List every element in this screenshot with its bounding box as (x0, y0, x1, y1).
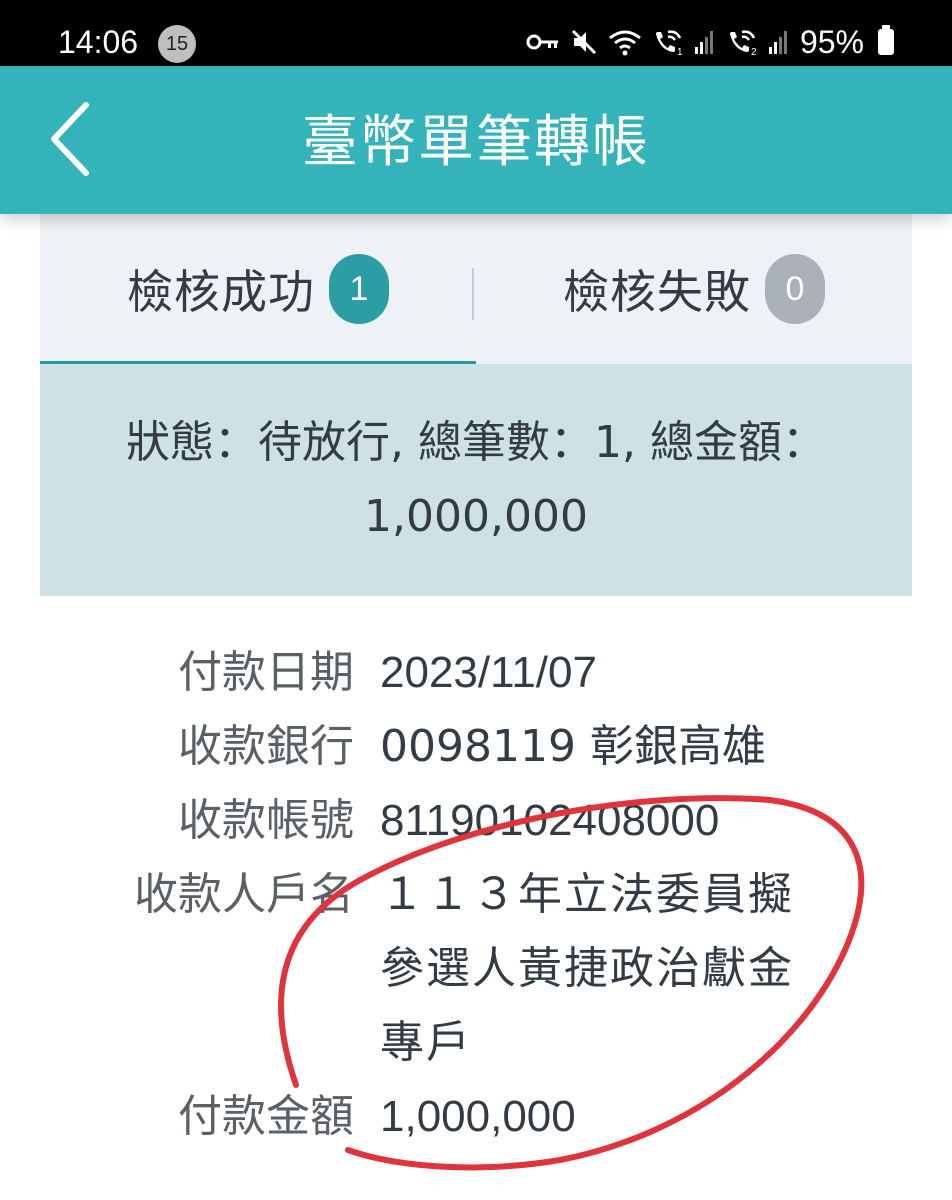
page-title: 臺幣單筆轉帳 (302, 110, 650, 175)
tab-check-success[interactable]: 檢核成功 1 (40, 214, 476, 364)
mute-icon (570, 28, 598, 56)
detail-row-account: 收款帳號 81190102408000 (0, 784, 952, 858)
amount-value: 1,000,000 (380, 1092, 576, 1141)
amount-label: 付款金額 (178, 1091, 354, 1142)
signal-2-icon (768, 29, 790, 55)
battery-percentage: 95% (799, 24, 864, 60)
tab-divider (472, 268, 474, 320)
wifi-icon (608, 28, 642, 56)
signal-1-icon (694, 29, 716, 55)
status-time: 14:06 (58, 24, 139, 60)
svg-text:1: 1 (677, 47, 683, 56)
status-bar: 14:06 15 1 2 95% (0, 0, 952, 66)
wifi-call-1-icon: 1 (652, 28, 684, 56)
tab-label: 檢核成功 (127, 265, 315, 319)
summary-panel: 狀態：待放行, 總筆數：1, 總金額：1,000,000 (40, 364, 912, 596)
tab-count-badge: 1 (329, 254, 389, 324)
wifi-call-2-icon: 2 (726, 28, 758, 56)
key-icon (526, 32, 560, 52)
svg-text:2: 2 (751, 47, 757, 56)
account-label: 收款帳號 (178, 795, 354, 846)
payment-date-value: 2023/11/07 (380, 648, 597, 697)
tab-check-failed[interactable]: 檢核失敗 0 (476, 214, 912, 364)
payee-name-label: 收款人戶名 (134, 869, 354, 920)
notification-count-badge: 15 (158, 25, 196, 63)
payee-name-value: １１３年立法委員擬參選人黃捷政治獻金專戶 (380, 869, 794, 1068)
bank-label: 收款銀行 (178, 721, 354, 772)
detail-row-payment-date: 付款日期 2023/11/07 (0, 636, 952, 710)
transfer-details: 付款日期 2023/11/07 收款銀行 0098119 彰銀高雄 收款帳號 8… (0, 636, 952, 1154)
app-header: 臺幣單筆轉帳 (0, 66, 952, 214)
detail-row-bank: 收款銀行 0098119 彰銀高雄 (0, 710, 952, 784)
result-tabs: 檢核成功 1 檢核失敗 0 (40, 214, 912, 364)
payment-date-label: 付款日期 (178, 647, 354, 698)
detail-row-amount: 付款金額 1,000,000 (0, 1080, 952, 1154)
detail-row-payee-name: 收款人戶名 １１３年立法委員擬參選人黃捷政治獻金專戶 (0, 858, 952, 1080)
status-icons: 1 2 95% (526, 22, 894, 62)
battery-icon (878, 25, 894, 55)
tab-count-badge: 0 (765, 254, 825, 324)
account-value: 81190102408000 (380, 796, 720, 845)
bank-value: 0098119 彰銀高雄 (380, 721, 766, 772)
tab-label: 檢核失敗 (563, 265, 751, 319)
summary-text: 狀態：待放行, 總筆數：1, 總金額：1,000,000 (126, 417, 826, 542)
